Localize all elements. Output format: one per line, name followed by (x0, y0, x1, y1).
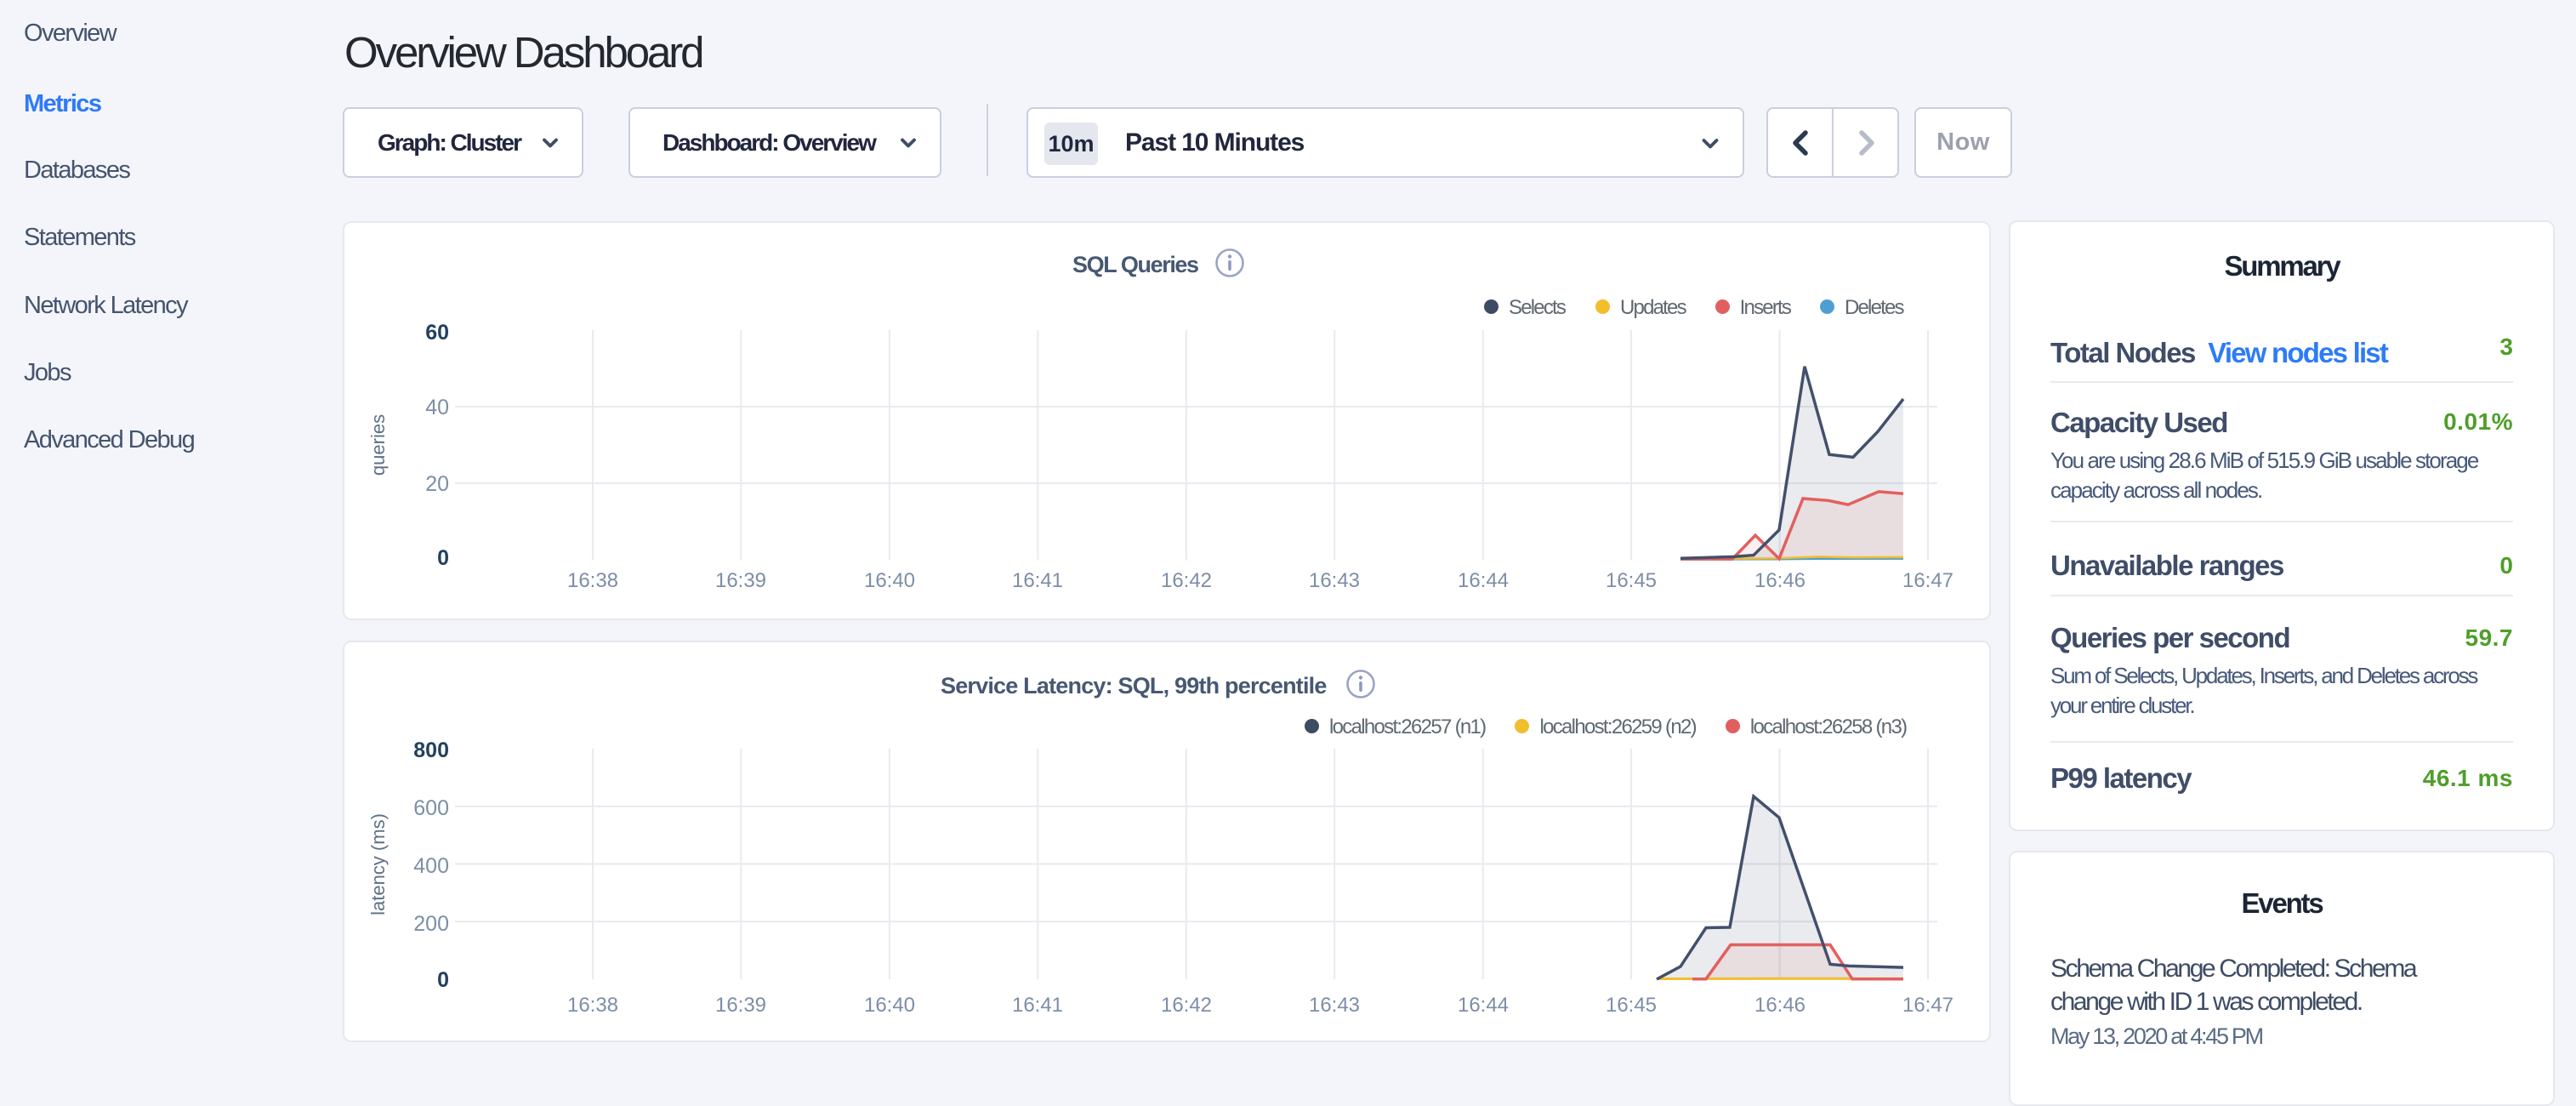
svg-text:16:42: 16:42 (1161, 994, 1212, 1017)
svg-text:16:43: 16:43 (1309, 994, 1360, 1017)
svg-text:600: 600 (413, 796, 449, 820)
svg-text:16:46: 16:46 (1754, 994, 1805, 1017)
svg-text:16:41: 16:41 (1012, 569, 1063, 592)
svg-text:16:40: 16:40 (864, 569, 915, 592)
svg-text:400: 400 (413, 854, 449, 878)
svg-text:0: 0 (437, 546, 449, 570)
svg-text:16:38: 16:38 (567, 569, 618, 592)
svg-text:16:38: 16:38 (567, 994, 618, 1017)
svg-text:40: 40 (425, 396, 449, 419)
svg-text:200: 200 (413, 912, 449, 936)
svg-text:16:42: 16:42 (1161, 569, 1212, 592)
svg-text:60: 60 (425, 321, 449, 345)
svg-text:16:40: 16:40 (864, 994, 915, 1017)
svg-text:latency (ms): latency (ms) (367, 813, 389, 915)
svg-text:16:47: 16:47 (1902, 994, 1953, 1017)
svg-text:0: 0 (437, 968, 449, 992)
svg-text:16:46: 16:46 (1754, 569, 1805, 592)
svg-text:16:45: 16:45 (1606, 569, 1657, 592)
svg-text:16:44: 16:44 (1458, 994, 1509, 1017)
svg-text:20: 20 (425, 472, 449, 496)
svg-text:16:39: 16:39 (715, 569, 766, 592)
svg-text:16:43: 16:43 (1309, 569, 1360, 592)
svg-text:16:41: 16:41 (1012, 994, 1063, 1017)
svg-text:16:47: 16:47 (1902, 569, 1953, 592)
svg-text:800: 800 (413, 738, 449, 762)
svg-text:16:44: 16:44 (1458, 569, 1509, 592)
svg-text:queries: queries (367, 414, 389, 476)
svg-text:16:39: 16:39 (715, 994, 766, 1017)
svg-text:16:45: 16:45 (1606, 994, 1657, 1017)
